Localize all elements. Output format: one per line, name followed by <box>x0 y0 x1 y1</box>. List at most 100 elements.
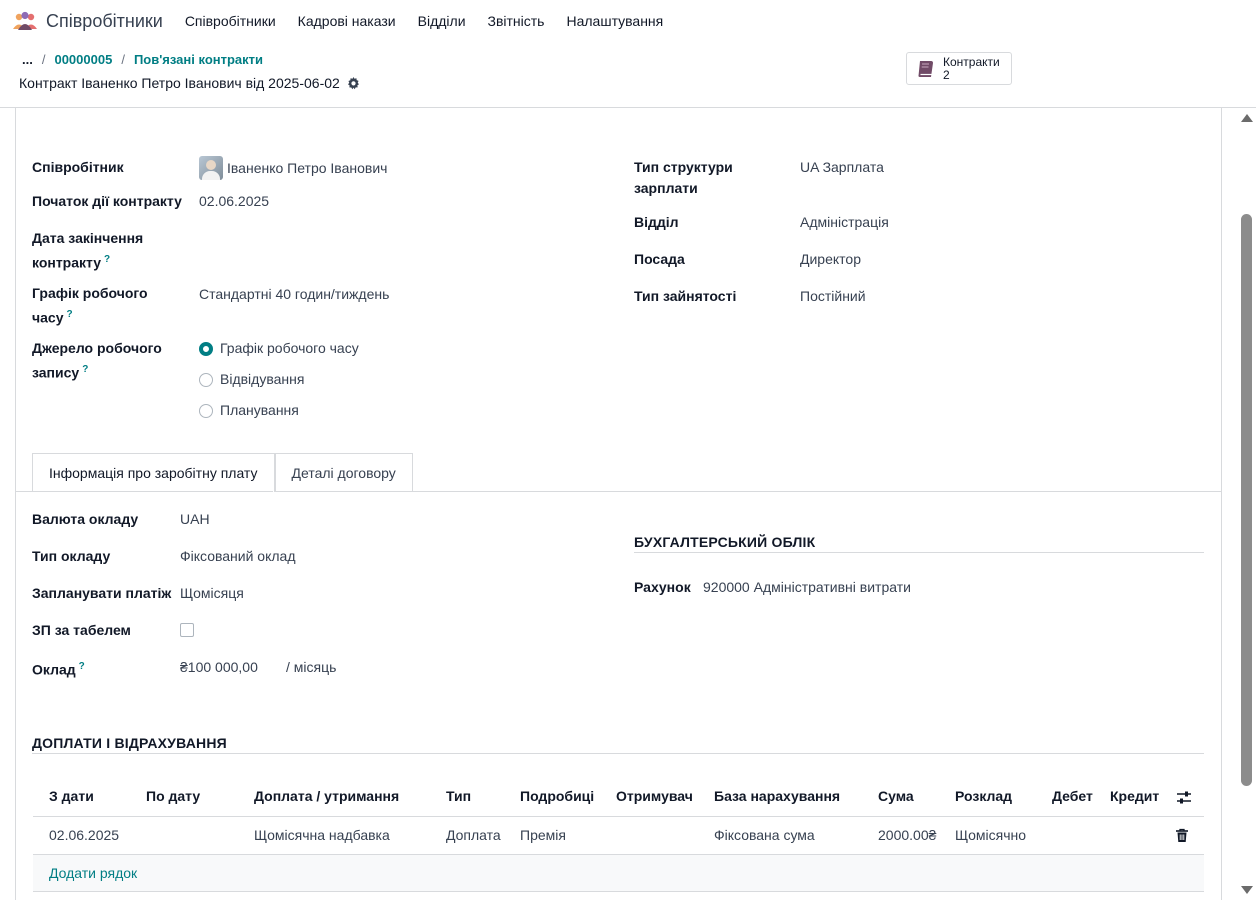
tab-salary-information[interactable]: Інформація про заробітну плату <box>32 453 275 492</box>
employees-app-icon <box>13 11 37 30</box>
breadcrumb-dots[interactable]: ... <box>22 52 33 67</box>
help-icon[interactable]: ? <box>67 309 73 320</box>
main-menu: Співробітники Кадрові накази Відділи Зві… <box>174 13 674 29</box>
add-line-row: Додати рядок <box>33 855 1204 892</box>
column-header-date-from[interactable]: З дати <box>49 788 94 804</box>
schedule-label: Графік робочого часу? <box>32 283 148 329</box>
employee-label: Співробітник <box>32 159 124 175</box>
start-date-label: Початок дії контракту <box>32 193 182 209</box>
wage-field[interactable]: ₴100 000,00 <box>180 657 258 678</box>
menu-item-departments[interactable]: Відділи <box>407 13 477 29</box>
gear-icon[interactable] <box>347 76 360 90</box>
scroll-up-arrow-icon[interactable] <box>1241 114 1253 122</box>
breadcrumb-contracts-link[interactable]: Пов'язані контракти <box>134 52 263 67</box>
tabs-divider-right <box>410 491 1221 492</box>
allowances-section-title: ДОПЛАТИ І ВІДРАХУВАННЯ <box>32 735 227 751</box>
work-entry-source-label-line2: запису <box>32 364 80 381</box>
column-header-type[interactable]: Тип <box>446 788 471 804</box>
table-row[interactable]: 02.06.2025 Щомісячна надбавка Доплата Пр… <box>33 817 1204 855</box>
radio-label: Планування <box>220 402 299 418</box>
column-header-amount[interactable]: Сума <box>878 788 914 804</box>
wage-label-wrap: Оклад? <box>32 656 85 681</box>
end-date-field[interactable] <box>199 228 379 249</box>
menu-item-settings[interactable]: Налаштування <box>555 13 674 29</box>
work-entry-source-label: Джерело робочого запису? <box>32 338 162 384</box>
cell-amount: 2000.00₴ <box>878 827 937 843</box>
column-header-schedule[interactable]: Розклад <box>955 788 1012 804</box>
radio-button[interactable] <box>199 403 213 418</box>
help-icon[interactable]: ? <box>104 254 110 265</box>
column-header-date-to[interactable]: По дату <box>146 788 200 804</box>
department-field[interactable]: Адміністрація <box>800 212 889 233</box>
radio-option-schedule[interactable]: Графік робочого часу <box>199 338 359 359</box>
work-entry-source-radio-group: Графік робочого часу Відвідування Планув… <box>199 338 359 421</box>
trash-icon[interactable] <box>1175 828 1189 843</box>
timesheet-wage-label: ЗП за табелем <box>32 622 131 638</box>
radio-option-planning[interactable]: Планування <box>199 400 359 421</box>
column-header-credit[interactable]: Кредит <box>1110 788 1159 804</box>
cell-type: Доплата <box>446 827 501 843</box>
tabs-divider-left <box>16 491 273 492</box>
tab-contract-details[interactable]: Деталі договору <box>274 453 413 492</box>
allowances-separator <box>32 753 1204 754</box>
column-header-debit[interactable]: Дебет <box>1052 788 1093 804</box>
help-icon[interactable]: ? <box>82 364 88 375</box>
record-title: Контракт Іваненко Петро Іванович від 202… <box>19 75 340 91</box>
employment-type-field[interactable]: Постійний <box>800 286 866 307</box>
contracts-stat-button[interactable]: Контракти 2 <box>906 52 1012 85</box>
add-line-link[interactable]: Додати рядок <box>49 865 137 881</box>
menu-item-employees[interactable]: Співробітники <box>174 13 287 29</box>
accounting-separator <box>634 552 1204 553</box>
menu-item-reporting[interactable]: Звітність <box>477 13 556 29</box>
column-header-base[interactable]: База нарахування <box>714 788 840 804</box>
radio-label: Графік робочого часу <box>220 340 359 356</box>
column-header-details[interactable]: Подробиці <box>520 788 594 804</box>
job-position-field[interactable]: Директор <box>800 249 861 270</box>
account-field[interactable]: 920000 Адміністративні витрати <box>703 577 911 598</box>
app-name: Співробітники <box>46 10 163 31</box>
stat-button-count: 2 <box>943 67 950 82</box>
form-sheet: Співробітник Іваненко Петро Іванович Поч… <box>15 108 1222 900</box>
employment-type-label: Тип зайнятості <box>634 288 737 304</box>
column-header-allowance[interactable]: Доплата / утримання <box>254 788 399 804</box>
radio-button-checked[interactable] <box>199 341 213 356</box>
lines-table-header: З дати По дату Доплата / утримання Тип П… <box>33 778 1204 817</box>
help-icon[interactable]: ? <box>79 661 85 672</box>
end-date-label-line2: контракту <box>32 254 102 271</box>
book-icon <box>918 60 933 77</box>
stat-button-label: Контракти <box>943 54 1000 69</box>
salary-structure-field[interactable]: UA Зарплата <box>800 157 884 178</box>
menu-item-hr-orders[interactable]: Кадрові накази <box>287 13 407 29</box>
scheduled-pay-field[interactable]: Щомісяця <box>180 583 244 604</box>
start-date-field[interactable]: 02.06.2025 <box>199 191 269 212</box>
wage-type-label: Тип окладу <box>32 548 111 564</box>
department-label: Відділ <box>634 214 679 230</box>
radio-button[interactable] <box>199 372 213 387</box>
column-settings-icon[interactable] <box>1176 790 1192 806</box>
breadcrumb-employee-link[interactable]: 00000005 <box>54 52 112 67</box>
salary-structure-label-line2: зарплати <box>634 180 698 196</box>
app-brand[interactable]: Співробітники <box>12 11 163 32</box>
wage-period: / місяць <box>286 659 337 675</box>
vertical-scrollbar[interactable] <box>1237 108 1256 900</box>
scrollbar-thumb[interactable] <box>1241 214 1252 786</box>
cell-details: Премія <box>520 827 566 843</box>
schedule-field[interactable]: Стандартні 40 годин/тиждень <box>199 284 389 305</box>
account-label: Рахунок <box>634 579 691 595</box>
scroll-down-arrow-icon[interactable] <box>1241 886 1253 894</box>
scheduled-pay-label: Запланувати платіж <box>32 585 172 601</box>
wage-currency-field[interactable]: UAH <box>180 509 210 530</box>
job-position-label: Посада <box>634 251 685 267</box>
radio-option-attendance[interactable]: Відвідування <box>199 369 359 390</box>
timesheet-wage-checkbox[interactable] <box>180 623 194 637</box>
schedule-label-line2: часу <box>32 309 64 326</box>
column-header-recipient[interactable]: Отримувач <box>616 788 693 804</box>
cell-date-from: 02.06.2025 <box>49 827 120 843</box>
employee-field[interactable]: Іваненко Петро Іванович <box>199 156 387 180</box>
work-entry-source-label-line1: Джерело робочого <box>32 340 162 356</box>
record-title-row: Контракт Іваненко Петро Іванович від 202… <box>19 75 360 91</box>
wage-type-field[interactable]: Фіксований оклад <box>180 546 296 567</box>
cell-base: Фіксована сума <box>714 827 815 843</box>
wage-label: Оклад <box>32 661 76 678</box>
notebook-tabs: Інформація про заробітну плату Деталі до… <box>32 453 413 492</box>
